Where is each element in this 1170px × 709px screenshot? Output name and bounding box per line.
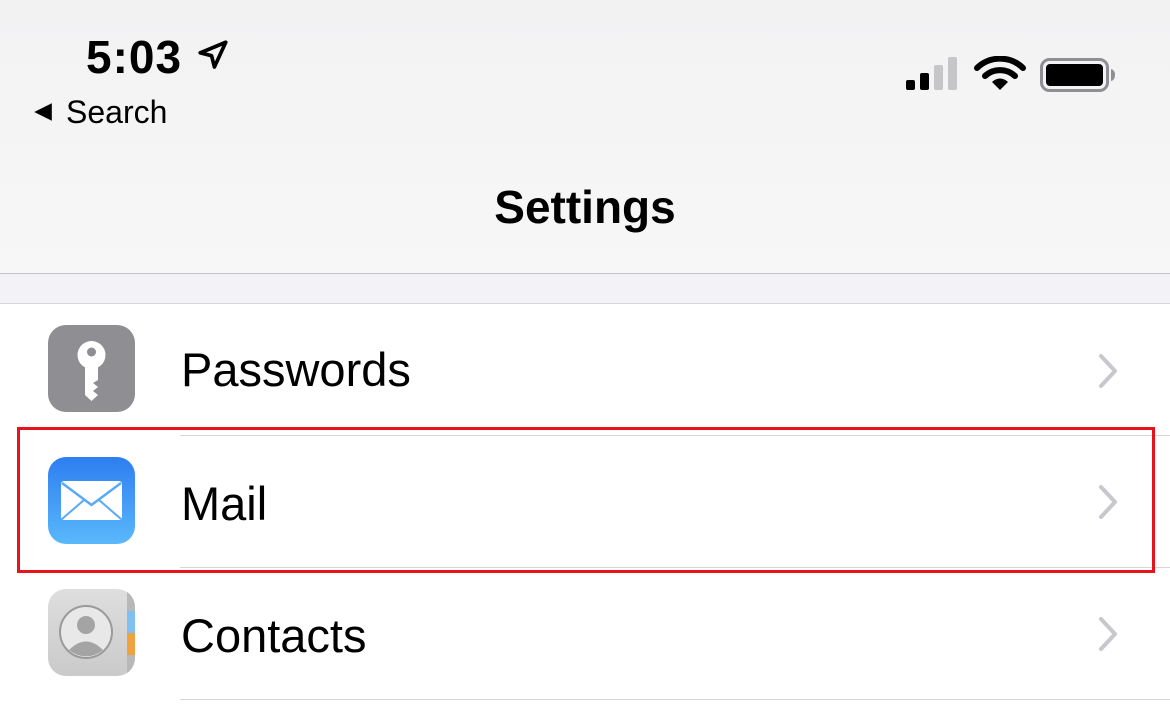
chevron-right-icon [1099,354,1117,388]
settings-row-mail[interactable]: Mail [0,436,1170,568]
wifi-icon [974,56,1026,90]
cellular-signal-icon [906,57,957,90]
envelope-icon [48,457,135,544]
back-label: Search [66,93,168,130]
location-arrow-icon [198,40,228,69]
chevron-right-icon [1099,617,1117,651]
status-time: 5:03 [86,31,183,83]
row-separator [180,699,1170,700]
section-spacer [0,274,1170,304]
contacts-icon [48,589,135,676]
key-icon [48,325,135,412]
battery-icon [1040,58,1115,92]
settings-row-label: Contacts [181,609,367,662]
settings-row-passwords[interactable]: Passwords [0,304,1170,436]
settings-row-label: Mail [181,477,268,530]
settings-row-contacts[interactable]: Contacts [0,568,1170,700]
page-title: Settings [494,181,676,233]
back-triangle-icon [34,103,52,121]
navigation-bar: 5:03 Search Settings [0,0,1170,274]
settings-row-label: Passwords [181,343,411,396]
chevron-right-icon [1099,485,1117,519]
back-to-search-button[interactable]: Search [32,92,167,132]
